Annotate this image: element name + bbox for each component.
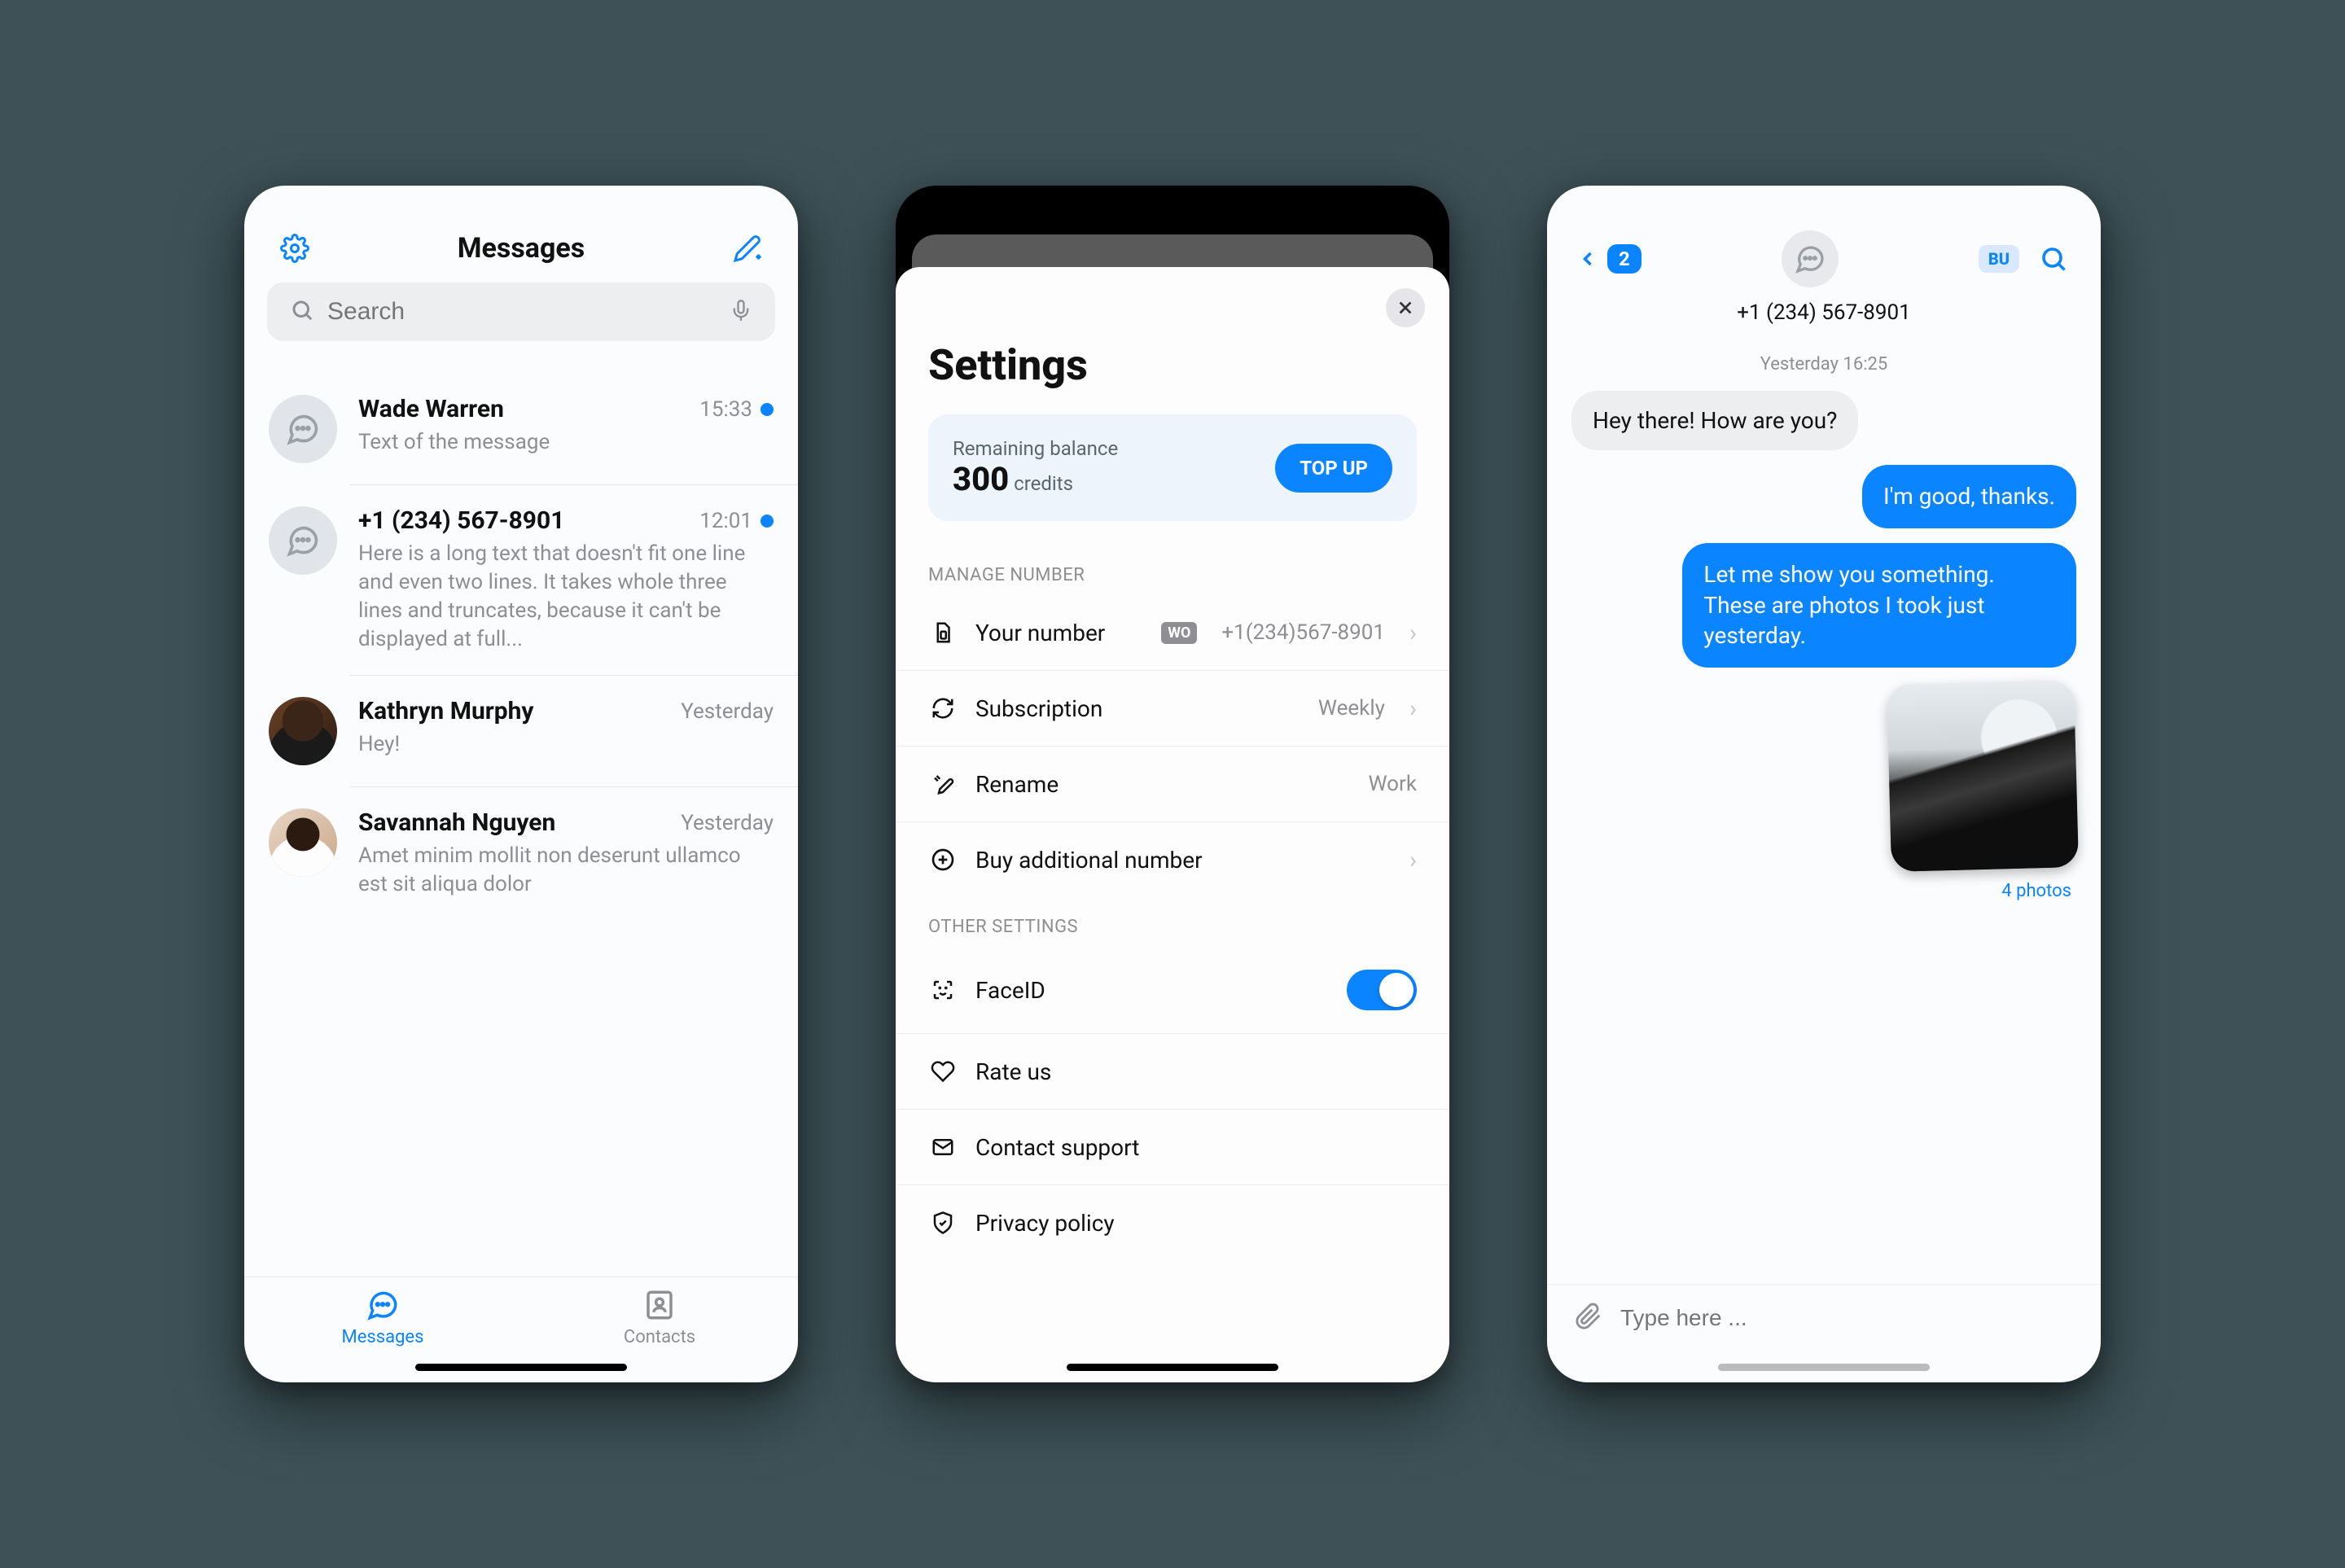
search-input[interactable] <box>327 298 717 326</box>
screen-chat: 2 BU +1 (234) 567-8901 Yesterday 16:25 H… <box>1547 186 2101 1382</box>
conversation-row[interactable]: Savannah Nguyen Yesterday Amet minim mol… <box>244 787 798 920</box>
home-indicator <box>415 1364 627 1371</box>
avatar <box>269 808 337 877</box>
cell-rename[interactable]: Rename Work <box>896 747 1449 822</box>
chat-header: 2 BU <box>1547 186 2101 296</box>
photo-count-link[interactable]: 4 photos <box>2001 881 2076 901</box>
cell-value: +1(234)567-8901 <box>1221 620 1385 645</box>
search-icon[interactable] <box>2036 241 2071 277</box>
conversation-name: +1 (234) 567-8901 <box>358 506 564 535</box>
screen-messages-list: Messages Wade Warren 15:33 <box>244 186 798 1382</box>
cell-label: Contact support <box>975 1134 1417 1161</box>
conversation-row[interactable]: Kathryn Murphy Yesterday Hey! <box>244 676 798 786</box>
cell-label: Your number <box>975 620 1143 646</box>
home-indicator <box>1067 1364 1278 1371</box>
topbar: Messages <box>244 186 798 283</box>
conversation-row[interactable]: +1 (234) 567-8901 12:01 Here is a long t… <box>244 485 798 675</box>
conversation-time: 12:01 <box>699 509 752 533</box>
back-count-badge: 2 <box>1607 244 1642 274</box>
conversation-row[interactable]: Wade Warren 15:33 Text of the message <box>244 374 798 484</box>
conversation-preview: Hey! <box>358 730 774 759</box>
mic-icon[interactable] <box>730 299 752 325</box>
cell-privacy[interactable]: Privacy policy <box>896 1185 1449 1260</box>
cell-label: Privacy policy <box>975 1210 1417 1237</box>
chevron-right-icon: › <box>1409 846 1417 874</box>
avatar <box>269 697 337 765</box>
cell-faceid: FaceID <box>896 947 1449 1034</box>
conversation-preview: Text of the message <box>358 428 774 457</box>
plus-circle-icon <box>928 845 958 874</box>
section-other-settings: OTHER SETTINGS <box>896 897 1449 947</box>
conversation-preview: Here is a long text that doesn't fit one… <box>358 540 774 654</box>
settings-sheet: Settings Remaining balance 300 credits T… <box>896 267 1449 1382</box>
conversation-name: Wade Warren <box>358 395 504 423</box>
message-outgoing[interactable]: I'm good, thanks. <box>1862 465 2076 528</box>
balance-label: Remaining balance <box>953 437 1118 460</box>
faceid-toggle[interactable] <box>1347 970 1417 1010</box>
refresh-icon <box>928 694 958 723</box>
message-input[interactable] <box>1620 1305 2073 1331</box>
search-icon <box>290 298 314 326</box>
cell-contact-support[interactable]: Contact support <box>896 1110 1449 1185</box>
faceid-icon <box>928 975 958 1005</box>
cell-value: Work <box>1369 772 1418 796</box>
chevron-right-icon: › <box>1409 694 1417 723</box>
tab-label: Contacts <box>624 1327 695 1347</box>
tab-contacts[interactable]: Contacts <box>521 1277 798 1358</box>
close-button[interactable] <box>1386 288 1425 327</box>
avatar-placeholder-icon <box>269 395 337 463</box>
tab-label: Messages <box>342 1327 424 1347</box>
cell-label: Subscription <box>975 695 1300 722</box>
balance-amount: 300 <box>953 460 1009 498</box>
balance-unit: credits <box>1009 472 1073 495</box>
mail-icon <box>928 1132 958 1162</box>
settings-icon[interactable] <box>277 230 313 266</box>
section-manage-number: MANAGE NUMBER <box>896 545 1449 595</box>
pen-icon <box>928 769 958 799</box>
conversation-list: Wade Warren 15:33 Text of the message +1… <box>244 366 798 1277</box>
screen-settings: Settings Remaining balance 300 credits T… <box>896 186 1449 1382</box>
attach-icon[interactable] <box>1575 1303 1602 1334</box>
conversation-preview: Amet minim mollit non deserunt ullamco e… <box>358 842 774 899</box>
chat-avatar-icon[interactable] <box>1782 230 1839 287</box>
topup-button[interactable]: TOP UP <box>1275 444 1392 493</box>
unread-dot-icon <box>760 515 774 528</box>
chevron-right-icon: › <box>1409 619 1417 647</box>
back-button[interactable]: 2 <box>1576 244 1642 274</box>
conversation-name: Savannah Nguyen <box>358 808 555 837</box>
cell-rate-us[interactable]: Rate us <box>896 1034 1449 1110</box>
photo-attachment[interactable] <box>1887 680 2079 872</box>
cell-subscription[interactable]: Subscription Weekly › <box>896 671 1449 747</box>
search-field[interactable] <box>267 283 775 341</box>
cell-label: Rename <box>975 771 1351 798</box>
settings-title: Settings <box>896 267 1449 414</box>
cell-label: Buy additional number <box>975 847 1385 874</box>
balance-card: Remaining balance 300 credits TOP UP <box>928 414 1417 521</box>
cell-buy-number[interactable]: Buy additional number › <box>896 822 1449 897</box>
label-pill[interactable]: BU <box>1979 245 2019 273</box>
cell-label: FaceID <box>975 977 1329 1004</box>
message-incoming[interactable]: Hey there! How are you? <box>1571 391 1858 450</box>
cell-label: Rate us <box>975 1058 1417 1085</box>
shield-icon <box>928 1208 958 1237</box>
cell-your-number[interactable]: Your number WO +1(234)567-8901 › <box>896 595 1449 671</box>
messages-container[interactable]: Hey there! How are you? I'm good, thanks… <box>1547 391 2101 1284</box>
page-title: Messages <box>458 232 585 265</box>
chat-timestamp: Yesterday 16:25 <box>1547 344 2101 391</box>
message-outgoing[interactable]: Let me show you something. These are pho… <box>1682 543 2076 668</box>
heart-icon <box>928 1057 958 1086</box>
compose-icon[interactable] <box>730 230 765 266</box>
sim-icon <box>928 618 958 647</box>
cell-value: Weekly <box>1318 696 1385 720</box>
home-indicator <box>1718 1364 1930 1371</box>
unread-dot-icon <box>760 403 774 416</box>
tab-messages[interactable]: Messages <box>244 1277 521 1358</box>
number-badge: WO <box>1161 622 1197 644</box>
conversation-name: Kathryn Murphy <box>358 697 534 725</box>
conversation-time: 15:33 <box>699 397 752 422</box>
avatar-placeholder-icon <box>269 506 337 575</box>
conversation-time: Yesterday <box>681 699 774 724</box>
chat-phone-number: +1 (234) 567-8901 <box>1547 296 2101 344</box>
conversation-time: Yesterday <box>681 811 774 835</box>
